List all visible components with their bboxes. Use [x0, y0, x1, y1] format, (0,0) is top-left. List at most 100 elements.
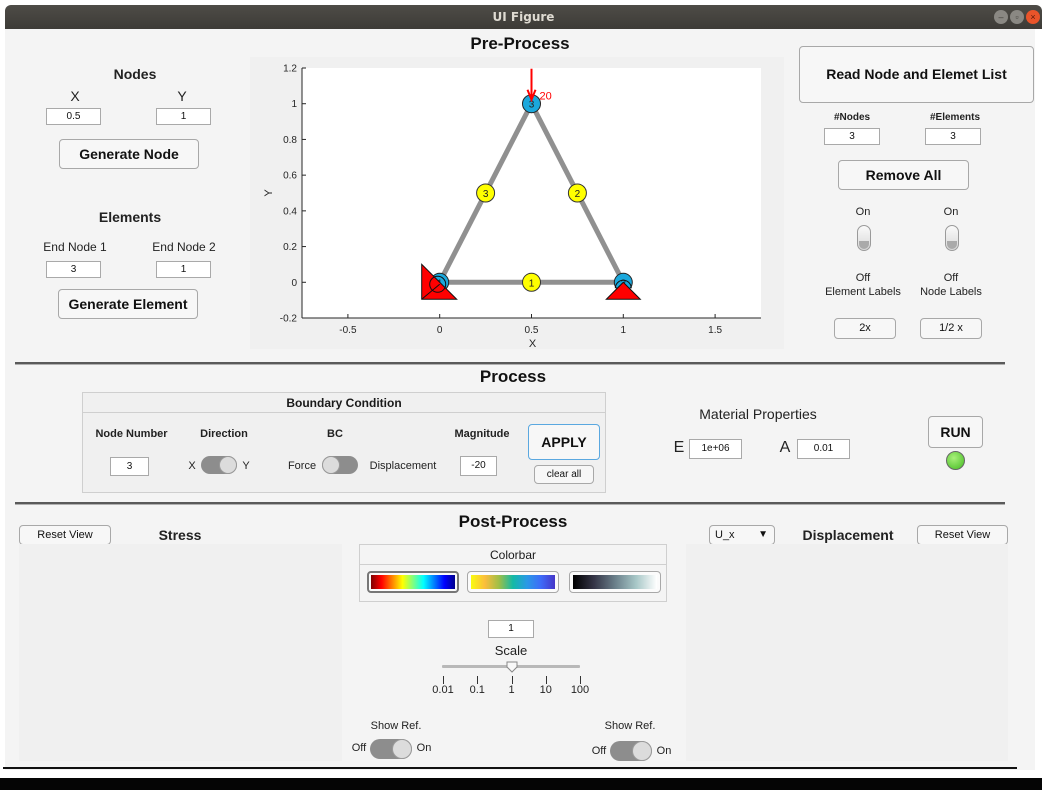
area-input[interactable]: 0.01: [797, 439, 850, 459]
colorbar-title: Colorbar: [360, 545, 666, 565]
node-x-input[interactable]: 0.5: [46, 108, 101, 125]
post-process-title: Post-Process: [458, 512, 568, 531]
scale-tick-mark: [545, 676, 547, 684]
read-node-element-list-button[interactable]: Read Node and Elemet List: [799, 46, 1034, 103]
nodes-heading: Nodes: [113, 66, 157, 82]
displacement-axes[interactable]: [686, 544, 1008, 761]
window-titlebar: UI Figure – ▫ ×: [5, 5, 1042, 29]
preprocess-plot[interactable]: -0.500.511.5-0.200.20.40.60.811.2XY12312…: [250, 57, 784, 349]
end-node-2-input[interactable]: 1: [156, 261, 211, 278]
scale-tick-mark: [580, 676, 581, 684]
bc-label: BC: [327, 428, 343, 440]
stress-show-ref-on-text: On: [416, 742, 432, 754]
y-tick-label: 0: [291, 278, 297, 289]
y-tick-label: 0.6: [283, 171, 297, 182]
magnitude-label: Magnitude: [454, 428, 510, 440]
scale-tick-label: 1: [508, 684, 515, 696]
generate-node-button[interactable]: Generate Node: [59, 139, 199, 169]
apply-button[interactable]: APPLY: [528, 424, 600, 460]
bc-displacement-text: Displacement: [369, 460, 437, 472]
displacement-show-ref-off-text: Off: [591, 745, 607, 757]
direction-toggle[interactable]: [201, 456, 237, 474]
node-labels-on-text: On: [943, 206, 959, 218]
post-process-divider: [15, 502, 1005, 505]
scale-tick-label: 0.01: [432, 684, 454, 696]
y-tick-label: 0.4: [283, 206, 297, 217]
displacement-title: Displacement: [802, 527, 894, 543]
num-nodes-label: #Nodes: [833, 112, 871, 123]
figure-bottom-border: [3, 767, 1017, 769]
element-label: 1: [529, 278, 535, 289]
x-tick-label: 1: [621, 325, 627, 336]
element-labels-switch[interactable]: [857, 225, 871, 251]
displacement-reset-view-button[interactable]: Reset View: [917, 525, 1008, 545]
x-tick-label: -0.5: [339, 325, 357, 336]
zoom-out-half-button[interactable]: 1/2 x: [920, 318, 982, 339]
chevron-down-icon: ▼: [758, 529, 768, 540]
y-tick-label: -0.2: [280, 314, 298, 325]
num-nodes-field: 3: [824, 128, 880, 145]
run-button[interactable]: RUN: [928, 416, 983, 448]
zoom-in-2x-button[interactable]: 2x: [834, 318, 896, 339]
pre-process-title: Pre-Process: [470, 34, 570, 53]
num-elements-label: #Elements: [929, 112, 981, 123]
material-properties-title: Material Properties: [699, 406, 817, 422]
scale-tick-mark: [511, 676, 513, 684]
scale-value-input[interactable]: 1: [488, 620, 534, 638]
stress-reset-view-button[interactable]: Reset View: [19, 525, 111, 545]
y-axis-label: Y: [263, 189, 275, 197]
stress-axes[interactable]: [19, 544, 342, 761]
bc-force-text: Force: [287, 460, 317, 472]
element-labels-off-text: Off: [855, 272, 871, 284]
bc-node-number-input[interactable]: 3: [110, 457, 149, 476]
generate-element-button[interactable]: Generate Element: [58, 289, 198, 319]
y-tick-label: 1.2: [283, 64, 297, 75]
remove-all-button[interactable]: Remove All: [838, 160, 969, 190]
displacement-component-select[interactable]: U_x ▼: [709, 525, 775, 545]
boundary-condition-title: Boundary Condition: [83, 393, 605, 413]
element-labels-label: Element Labels: [825, 286, 901, 298]
minimize-icon[interactable]: –: [994, 10, 1008, 24]
scale-slider-thumb[interactable]: [506, 660, 518, 673]
y-tick-label: 0.8: [283, 135, 297, 146]
element-label: 3: [483, 189, 489, 200]
node-labels-off-text: Off: [943, 272, 959, 284]
direction-x-text: X: [188, 460, 196, 472]
y-tick-label: 1: [291, 99, 297, 110]
load-magnitude-label: 20: [540, 91, 552, 103]
window-title: UI Figure: [492, 10, 555, 24]
colormap-jet-button[interactable]: [367, 571, 459, 593]
direction-label: Direction: [200, 428, 248, 440]
clear-all-button[interactable]: clear all: [534, 465, 594, 484]
stress-show-ref-toggle[interactable]: [370, 739, 412, 759]
y-tick-label: 0.2: [283, 242, 297, 253]
bc-type-toggle[interactable]: [322, 456, 358, 474]
scale-tick-label: 0.1: [469, 684, 485, 696]
elements-heading: Elements: [98, 209, 162, 225]
process-title: Process: [479, 367, 547, 386]
displacement-show-ref-toggle[interactable]: [610, 741, 652, 761]
x-tick-label: 1.5: [708, 325, 722, 336]
status-lamp: [946, 451, 965, 470]
end-node-1-input[interactable]: 3: [46, 261, 101, 278]
node-labels-switch[interactable]: [945, 225, 959, 251]
node-y-input[interactable]: 1: [156, 108, 211, 125]
end-node-2-label: End Node 2: [152, 240, 216, 254]
displacement-show-ref-label: Show Ref.: [604, 720, 656, 732]
displacement-component-value: U_x: [715, 529, 735, 541]
y-label: Y: [177, 88, 187, 104]
direction-y-text: Y: [242, 460, 250, 472]
colormap-parula-button[interactable]: [467, 571, 559, 593]
maximize-icon[interactable]: ▫: [1010, 10, 1024, 24]
colormap-bone-button[interactable]: [569, 571, 661, 593]
youngs-modulus-input[interactable]: 1e+06: [689, 439, 742, 459]
scale-tick-label: 100: [570, 684, 590, 696]
x-label: X: [70, 88, 80, 104]
scale-label: Scale: [494, 643, 528, 658]
displacement-show-ref-on-text: On: [656, 745, 672, 757]
close-icon[interactable]: ×: [1026, 10, 1040, 24]
stress-show-ref-label: Show Ref.: [370, 720, 422, 732]
e-label: E: [673, 439, 685, 456]
stress-title: Stress: [158, 527, 202, 543]
magnitude-input[interactable]: -20: [460, 456, 497, 476]
